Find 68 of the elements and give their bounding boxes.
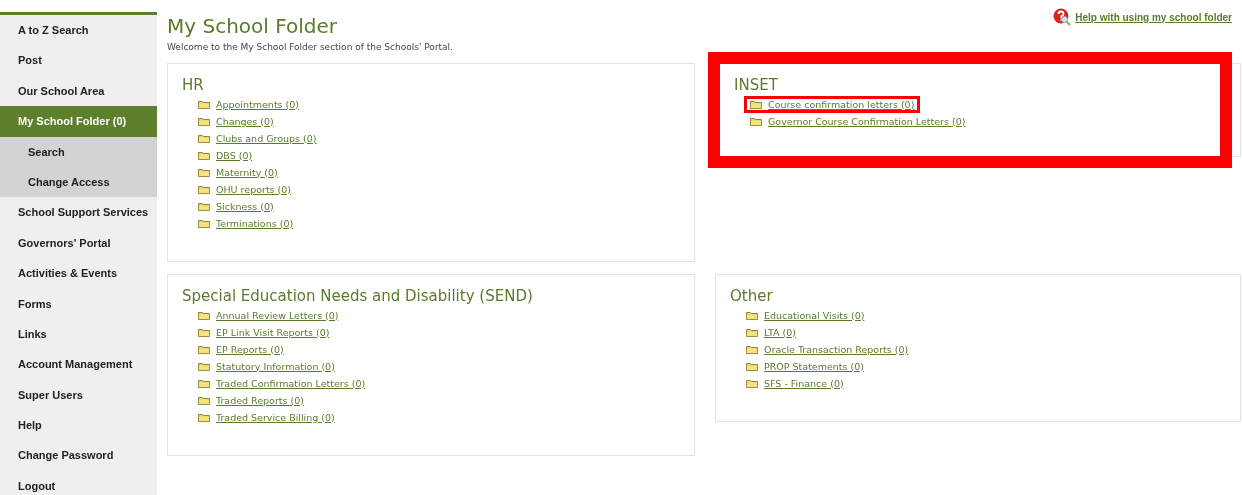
folder-link[interactable]: Maternity (0): [216, 166, 278, 178]
folder-link[interactable]: Sickness (0): [216, 200, 274, 212]
folder-link[interactable]: LTA (0): [764, 326, 797, 338]
folder-icon: [746, 327, 758, 337]
folder-icon: [198, 412, 210, 422]
sidebar-subitem[interactable]: Change Access: [0, 166, 157, 198]
folder-icon: [746, 344, 758, 354]
sidebar-item[interactable]: Forms: [0, 288, 157, 319]
folder-link[interactable]: Educational Visits (0): [764, 309, 865, 321]
panel-heading: Special Education Needs and Disability (SEND): [182, 286, 534, 305]
sidebar-subitem[interactable]: Search: [0, 136, 157, 167]
folder-icon: [198, 184, 210, 194]
folder-link[interactable]: Oracle Transaction Reports (0): [764, 343, 909, 355]
folder-icon: [198, 116, 210, 126]
folder-icon: [750, 116, 762, 126]
sidebar-item[interactable]: Help: [0, 410, 157, 441]
sidebar-item[interactable]: A to Z Search: [0, 15, 157, 46]
folder-link[interactable]: Course confirmation letters (0): [768, 98, 915, 110]
folder-link[interactable]: Statutory Information (0): [216, 360, 335, 372]
folder-icon: [198, 310, 210, 320]
sidebar-item[interactable]: Links: [0, 318, 157, 350]
sidebar-item[interactable]: Super Users: [0, 379, 157, 411]
folder-link[interactable]: Terminations (0): [216, 217, 294, 229]
help-icon[interactable]: [1053, 8, 1072, 26]
folder-link[interactable]: DBS (0): [216, 149, 253, 161]
folder-icon: [198, 167, 210, 177]
sidebar-item[interactable]: Our School Area: [0, 75, 157, 107]
folder-icon: [198, 150, 210, 160]
panel-heading: HR: [182, 75, 205, 94]
folder-link[interactable]: Traded Reports (0): [216, 394, 304, 406]
folder-icon: [198, 133, 210, 143]
panel-heading: INSET: [734, 75, 779, 94]
sidebar-item[interactable]: Governors' Portal: [0, 227, 157, 259]
folder-link[interactable]: OHU reports (0): [216, 183, 292, 195]
page-title: My School Folder: [167, 13, 338, 39]
sidebar-item[interactable]: Post: [0, 45, 157, 76]
folder-icon: [198, 378, 210, 388]
folder-icon: [198, 361, 210, 371]
folder-icon: [746, 310, 758, 320]
folder-link[interactable]: Governor Course Confirmation Letters (0): [768, 115, 966, 127]
folder-icon: [746, 378, 758, 388]
folder-icon: [746, 361, 758, 371]
folder-link[interactable]: Annual Review Letters (0): [216, 309, 339, 321]
sidebar-item[interactable]: Logout: [0, 470, 157, 495]
folder-link[interactable]: EP Link Visit Reports (0): [216, 326, 330, 338]
panel-heading: Other: [730, 286, 774, 305]
folder-icon: [198, 201, 210, 211]
help-link[interactable]: Help with using my school folder: [1075, 9, 1232, 25]
folder-icon: [198, 218, 210, 228]
sidebar-item[interactable]: Activities & Events: [0, 258, 157, 289]
sidebar-item[interactable]: School Support Services: [0, 197, 157, 228]
folder-icon: [198, 99, 210, 109]
folder-link[interactable]: PROP Statements (0): [764, 360, 864, 372]
folder-link[interactable]: Changes (0): [216, 115, 274, 127]
intro-text: Welcome to the My School Folder section of the Schools' Portal.: [167, 41, 453, 54]
folder-icon: [198, 395, 210, 405]
folder-icon: [750, 99, 762, 109]
sidebar-item[interactable]: Change Password: [0, 440, 157, 471]
folder-link[interactable]: Clubs and Groups (0): [216, 132, 317, 144]
sidebar-item[interactable]: My School Folder (0): [0, 106, 157, 137]
folder-link[interactable]: Traded Service Billing (0): [216, 411, 335, 423]
folder-link[interactable]: EP Reports (0): [216, 343, 284, 355]
folder-link[interactable]: Appointments (0): [216, 98, 300, 110]
folder-icon: [198, 327, 210, 337]
folder-icon: [198, 344, 210, 354]
sidebar-item[interactable]: Account Management: [0, 349, 157, 380]
folder-link[interactable]: Traded Confirmation Letters (0): [216, 377, 366, 389]
folder-link[interactable]: SFS - Finance (0): [764, 377, 844, 389]
